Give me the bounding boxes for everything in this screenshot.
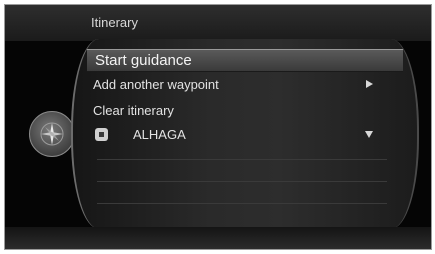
waypoint-square-icon	[95, 128, 108, 141]
bottom-bar	[5, 227, 431, 249]
arrow-down-icon	[365, 131, 373, 138]
arrow-right-icon	[366, 80, 373, 88]
compass-icon	[40, 122, 64, 146]
divider	[97, 159, 387, 160]
menu-item-label: Clear itinerary	[93, 103, 174, 118]
header-title: Itinerary	[91, 15, 138, 30]
menu-panel: Start guidance Add another waypoint Clea…	[71, 39, 419, 229]
divider	[97, 181, 387, 182]
menu-item-clear-itinerary[interactable]: Clear itinerary	[83, 100, 403, 121]
nav-screen: Itinerary Start guidance Add another way…	[4, 4, 432, 250]
menu-item-start-guidance[interactable]: Start guidance	[87, 49, 403, 72]
waypoint-item[interactable]: ALHAGA	[83, 124, 403, 145]
menu-item-add-waypoint[interactable]: Add another waypoint	[83, 74, 403, 95]
compass-button[interactable]	[29, 111, 75, 157]
waypoint-name: ALHAGA	[133, 127, 186, 142]
menu-item-label: Start guidance	[95, 52, 192, 69]
header-bar: Itinerary	[5, 5, 431, 41]
menu-item-label: Add another waypoint	[93, 77, 219, 92]
divider	[97, 203, 387, 204]
